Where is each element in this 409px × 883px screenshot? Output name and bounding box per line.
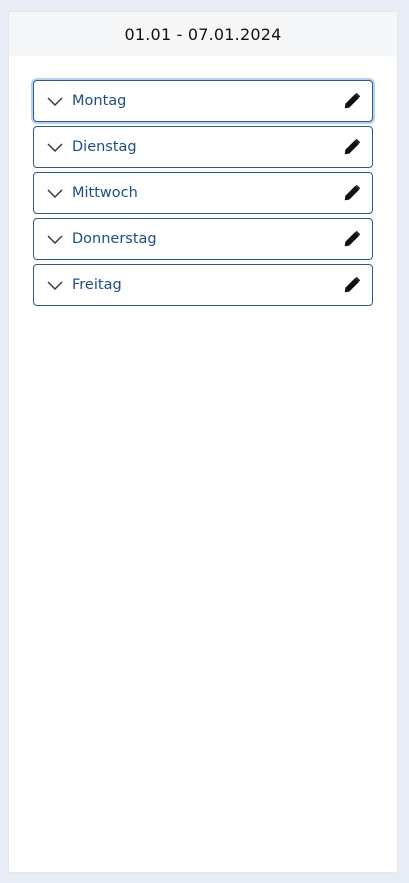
pencil-icon[interactable] <box>343 138 361 156</box>
accordion-item-donnerstag[interactable]: Donnerstag <box>33 218 373 260</box>
chevron-down-icon[interactable] <box>47 188 63 198</box>
pencil-icon[interactable] <box>343 92 361 110</box>
pencil-icon[interactable] <box>343 230 361 248</box>
chevron-down-icon[interactable] <box>47 142 63 152</box>
day-label: Montag <box>72 93 127 109</box>
chevron-down-icon[interactable] <box>47 96 63 106</box>
accordion-item-mittwoch[interactable]: Mittwoch <box>33 172 373 214</box>
accordion-item-montag[interactable]: Montag <box>33 80 373 122</box>
chevron-down-icon[interactable] <box>47 234 63 244</box>
day-label: Dienstag <box>72 139 137 155</box>
chevron-down-icon[interactable] <box>47 280 63 290</box>
day-label: Donnerstag <box>72 231 157 247</box>
date-range-title: 01.01 - 07.01.2024 <box>124 24 282 44</box>
day-label: Freitag <box>72 277 122 293</box>
day-accordion: Montag Dienstag Mittwoch Donnerstag Frei… <box>33 80 373 310</box>
day-label: Mittwoch <box>72 185 138 201</box>
accordion-item-freitag[interactable]: Freitag <box>33 264 373 306</box>
week-card: 01.01 - 07.01.2024 Montag Dienstag Mittw… <box>9 12 397 872</box>
accordion-item-dienstag[interactable]: Dienstag <box>33 126 373 168</box>
pencil-icon[interactable] <box>343 184 361 202</box>
week-header: 01.01 - 07.01.2024 <box>9 12 397 56</box>
pencil-icon[interactable] <box>343 276 361 294</box>
